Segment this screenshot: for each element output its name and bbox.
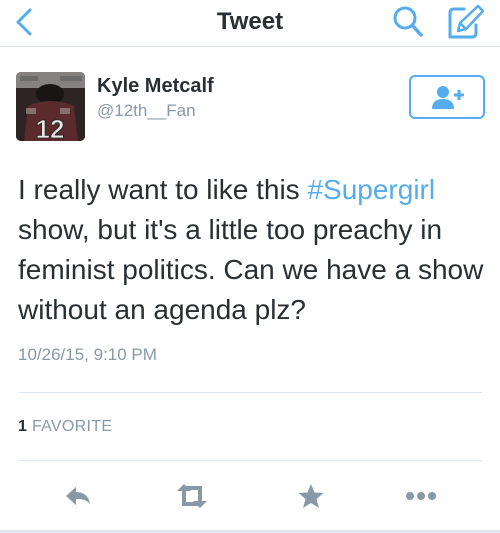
avatar[interactable]: 12 xyxy=(16,72,85,141)
tweet-timestamp: 10/26/15, 9:10 PM xyxy=(18,345,157,364)
hashtag-link[interactable]: #Supergirl xyxy=(307,174,435,205)
add-user-icon xyxy=(432,86,464,109)
compose-icon[interactable] xyxy=(444,3,484,41)
favorite-label: FAVORITE xyxy=(31,418,113,435)
tweet-text-start: I really want to like this xyxy=(18,174,308,205)
author-handle[interactable]: @12th__Fan xyxy=(97,101,196,121)
divider xyxy=(18,392,482,393)
favorite-stats[interactable]: 1 FAVORITE xyxy=(18,418,112,436)
tweet-text: I really want to like this #Supergirl sh… xyxy=(18,170,488,330)
star-icon[interactable] xyxy=(296,480,326,512)
more-dots-icon[interactable] xyxy=(404,480,438,512)
tweet-text-end: show, but it's a little too preachy in f… xyxy=(18,214,484,325)
divider xyxy=(18,460,482,461)
favorite-count: 1 xyxy=(18,418,28,435)
author-name[interactable]: Kyle Metcalf xyxy=(97,75,214,98)
avatar-jersey-number: 12 xyxy=(36,114,65,141)
search-icon[interactable] xyxy=(392,5,424,39)
follow-button[interactable] xyxy=(409,75,485,119)
retweet-icon[interactable] xyxy=(172,480,212,512)
reply-icon[interactable] xyxy=(62,480,96,512)
nav-bar: Tweet xyxy=(0,0,500,47)
page-title: Tweet xyxy=(216,8,284,35)
